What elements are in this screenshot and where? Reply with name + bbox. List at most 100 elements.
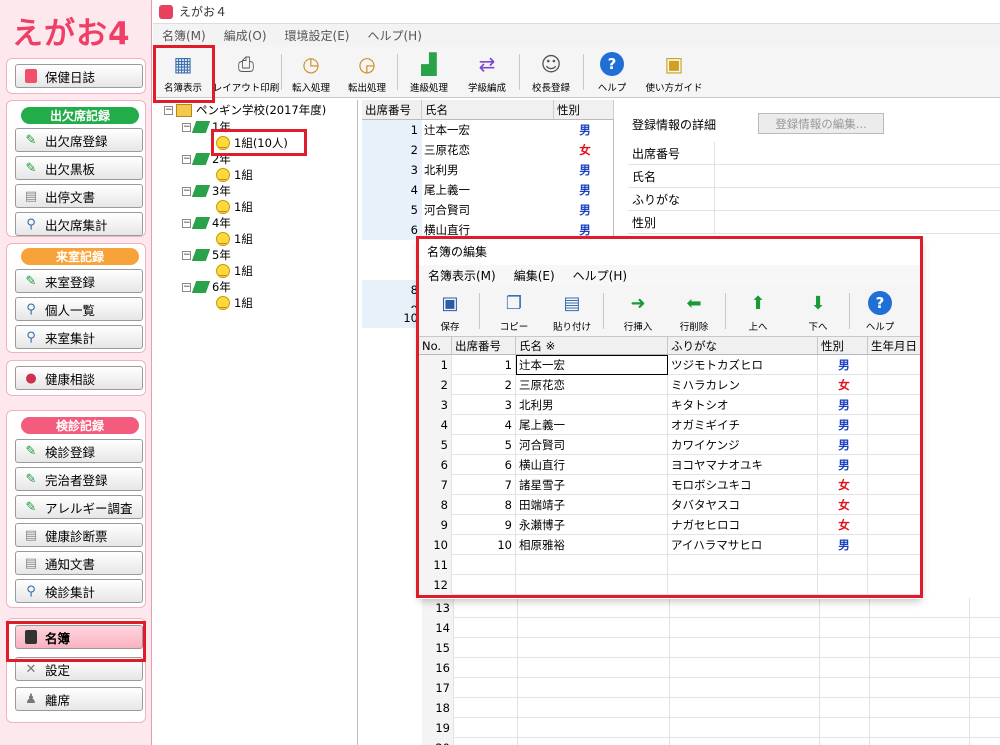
grid-cell-birthdate[interactable]	[868, 435, 921, 455]
grid-cell-kana[interactable]: オガミギイチ	[668, 415, 818, 435]
tree-node-class[interactable]: ‿ 1組	[216, 231, 253, 247]
sidebar-item-riseki[interactable]: ♟ 離席	[15, 687, 143, 711]
menu-help[interactable]: ヘルプ(H)	[358, 27, 430, 44]
grid-cell-name[interactable]: 諸星雪子	[516, 475, 668, 495]
toolbar-kouchou-touroku[interactable]: ☺ 校長登録	[525, 48, 577, 96]
grid-cell-name[interactable]: 河合賢司	[516, 435, 668, 455]
grid-cell-sex[interactable]: 男	[818, 415, 868, 435]
grid-cell-kana[interactable]	[668, 575, 818, 595]
collapse-icon[interactable]: −	[182, 122, 191, 132]
grid-cell-name[interactable]: 永瀬博子	[516, 515, 668, 535]
grid-header-name[interactable]: 氏名 ※	[516, 337, 668, 355]
dialog-help-button[interactable]: ? ヘルプ	[855, 289, 905, 335]
grid-cell-kana[interactable]: ヨコヤマナオユキ	[668, 455, 818, 475]
grid-header-sex[interactable]: 性別	[818, 337, 868, 355]
grid-cell-sex[interactable]: 男	[818, 455, 868, 475]
move-up-button[interactable]: ⬆ 上へ	[733, 289, 783, 335]
grid-cell-name[interactable]: 田端靖子	[516, 495, 668, 515]
grid-cell-name[interactable]: 北利男	[516, 395, 668, 415]
dialog-menu-meibo-hyouji[interactable]: 名簿表示(M)	[419, 267, 505, 284]
sidebar-item-meibo[interactable]: 名簿	[15, 625, 143, 649]
toolbar-tennyu[interactable]: ◷ 転入処理	[285, 48, 337, 96]
tree-node-class[interactable]: ‿ 1組	[216, 295, 253, 311]
sidebar-item-kenshin-touroku[interactable]: ✎ 検診登録	[15, 439, 143, 463]
sidebar-item-shukketsu-touroku[interactable]: ✎ 出欠席登録	[15, 128, 143, 152]
menu-meibo[interactable]: 名簿(M)	[153, 27, 215, 44]
grid-cell-kana[interactable]: カワイケンジ	[668, 435, 818, 455]
grid-cell-name[interactable]	[516, 575, 668, 595]
collapse-icon[interactable]: −	[164, 105, 173, 115]
grid-cell-no[interactable]: 10	[452, 535, 516, 555]
tree-node-grade-2[interactable]: − 2年	[182, 151, 231, 167]
table-row[interactable]: 1 1 辻本一宏 ツジモトカズヒロ男	[419, 355, 921, 375]
toolbar-layout-print[interactable]: ⎙ レイアウト印刷	[213, 48, 280, 96]
toolbar-help[interactable]: ? ヘルプ	[589, 48, 635, 96]
grid-cell-kana[interactable]: ツジモトカズヒロ	[668, 355, 818, 375]
grid-cell-birthdate[interactable]	[868, 555, 921, 575]
list-row[interactable]: 5 河合賢司 男	[362, 200, 614, 220]
grid-cell-birthdate[interactable]	[868, 495, 921, 515]
paste-button[interactable]: ▤ 貼り付け	[547, 289, 597, 335]
copy-button[interactable]: ❐ コピー	[489, 289, 539, 335]
sidebar-item-kanchisha-touroku[interactable]: ✎ 完治者登録	[15, 467, 143, 491]
grid-cell-kana[interactable]	[668, 555, 818, 575]
table-row[interactable]: 6 6 横山直行 ヨコヤマナオユキ男	[419, 455, 921, 475]
list-row[interactable]: 2 三原花恋 女	[362, 140, 614, 160]
grid-header-no[interactable]: 出席番号	[452, 337, 516, 355]
list-row[interactable]: 6 横山直行 男	[362, 220, 614, 240]
table-row[interactable]: 12	[419, 575, 921, 595]
grid-cell-birthdate[interactable]	[868, 455, 921, 475]
list-row[interactable]: 4 尾上義一 男	[362, 180, 614, 200]
menu-hensei[interactable]: 編成(O)	[215, 27, 276, 44]
grid-header-birthdate[interactable]: 生年月日	[868, 337, 921, 355]
sidebar-item-kenshin-shukei[interactable]: ⚲ 検診集計	[15, 579, 143, 603]
sidebar-item-hoken-nisshi[interactable]: 保健日誌	[15, 64, 143, 88]
grid-cell-birthdate[interactable]	[868, 535, 921, 555]
grid-cell-birthdate[interactable]	[868, 375, 921, 395]
grid-cell-sex[interactable]: 男	[818, 355, 868, 375]
tree-node-grade-1[interactable]: − 1年	[182, 119, 231, 135]
grid-cell-birthdate[interactable]	[868, 395, 921, 415]
grid-cell-kana[interactable]: モロボシユキコ	[668, 475, 818, 495]
sidebar-item-kenko-soudan[interactable]: ● 健康相談	[15, 366, 143, 390]
sidebar-item-shukketsu-shukei[interactable]: ⚲ 出欠席集計	[15, 212, 143, 236]
sidebar-item-kenko-shindanhyo[interactable]: ▤ 健康診断票	[15, 523, 143, 547]
grid-cell-sex[interactable]: 男	[818, 535, 868, 555]
grid-cell-birthdate[interactable]	[868, 415, 921, 435]
table-row[interactable]: 10 10 相原雅裕 アイハラマサヒロ男	[419, 535, 921, 555]
move-down-button[interactable]: ⬇ 下へ	[793, 289, 843, 335]
table-row[interactable]: 3 3 北利男 キタトシオ男	[419, 395, 921, 415]
grid-cell-birthdate[interactable]	[868, 355, 921, 375]
grid-cell-no[interactable]: 7	[452, 475, 516, 495]
grid-header-kana[interactable]: ふりがな	[668, 337, 818, 355]
grid-cell-sex[interactable]	[818, 555, 868, 575]
grid-cell-name[interactable]: 三原花恋	[516, 375, 668, 395]
tree-node-class[interactable]: ‿ 1組	[216, 263, 253, 279]
grid-cell-name[interactable]: 相原雅裕	[516, 535, 668, 555]
edit-registration-button[interactable]: 登録情報の編集...	[758, 113, 884, 134]
grid-cell-no[interactable]: 9	[452, 515, 516, 535]
grid-cell-kana[interactable]: アイハラマサヒロ	[668, 535, 818, 555]
tree-node-grade-6[interactable]: − 6年	[182, 279, 231, 295]
grid-cell-name[interactable]	[516, 555, 668, 575]
toolbar-gakkyu-hensei[interactable]: ⇄ 学級編成	[461, 48, 513, 96]
collapse-icon[interactable]: −	[182, 250, 191, 260]
grid-cell-no[interactable]: 2	[452, 375, 516, 395]
sidebar-item-allergy-chousa[interactable]: ✎ アレルギー調査	[15, 495, 143, 519]
grid-cell-birthdate[interactable]	[868, 515, 921, 535]
grid-cell-no[interactable]: 3	[452, 395, 516, 415]
grid-header-index[interactable]: No.	[419, 337, 452, 355]
grid-cell-kana[interactable]: ミハラカレン	[668, 375, 818, 395]
grid-cell-birthdate[interactable]	[868, 575, 921, 595]
grid-cell-sex[interactable]: 男	[818, 395, 868, 415]
grid-cell-no[interactable]: 5	[452, 435, 516, 455]
table-row[interactable]: 4 4 尾上義一 オガミギイチ男	[419, 415, 921, 435]
toolbar-tenshutsu[interactable]: ◶ 転出処理	[341, 48, 393, 96]
sidebar-item-shuttei-bunsho[interactable]: ▤ 出停文書	[15, 184, 143, 208]
sidebar-item-tsuchi-bunsho[interactable]: ▤ 通知文書	[15, 551, 143, 575]
grid-cell-sex[interactable]: 女	[818, 475, 868, 495]
grid-cell-no[interactable]: 4	[452, 415, 516, 435]
grid-cell-kana[interactable]: タバタヤスコ	[668, 495, 818, 515]
toolbar-tsukaikata-guide[interactable]: ▣ 使い方ガイド	[643, 48, 705, 96]
grid-cell-sex[interactable]: 女	[818, 375, 868, 395]
